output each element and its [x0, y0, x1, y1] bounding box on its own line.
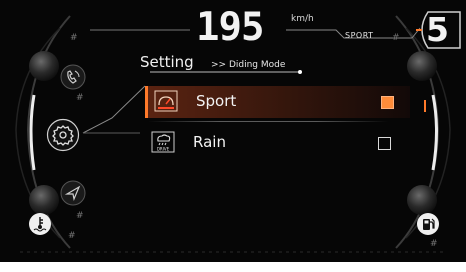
svg-text:#: #	[76, 93, 84, 103]
svg-text:#: #	[430, 239, 438, 249]
fuel-pump-icon	[416, 212, 440, 236]
checkbox-checked[interactable]	[381, 96, 394, 109]
menu-item-label: Rain	[193, 133, 226, 151]
menu-item-sport[interactable]: Sport	[145, 86, 410, 118]
menu-item-rain[interactable]: DRIVE Rain	[145, 127, 407, 159]
checkbox-unchecked[interactable]	[378, 137, 391, 150]
screen: # # # # # # 195 km/h SPORT 5 Setting >> …	[0, 0, 466, 272]
menu-item-label: Sport	[196, 92, 237, 110]
speed-value: 195	[196, 5, 264, 50]
svg-text:#: #	[68, 231, 76, 241]
phone-icon[interactable]	[60, 64, 86, 90]
rain-drive-icon: DRIVE	[151, 131, 175, 153]
svg-text:#: #	[392, 33, 400, 43]
breadcrumb: >> Diding Mode	[211, 60, 286, 70]
svg-text:#: #	[76, 211, 84, 221]
dashboard-panel: # # # # # # 195 km/h SPORT 5 Setting >> …	[0, 0, 466, 262]
ride-mode-indicator: SPORT	[345, 31, 374, 40]
navigation-arrow-icon[interactable]	[60, 180, 86, 206]
coolant-temperature-icon	[28, 212, 52, 236]
svg-text:#: #	[70, 33, 78, 43]
sport-mode-icon	[154, 90, 178, 112]
speed-unit: km/h	[291, 14, 314, 24]
menu-title: Setting	[140, 53, 194, 71]
rain-icon-text: DRIVE	[157, 147, 170, 152]
gear-indicator: 5	[426, 10, 449, 49]
row-divider	[148, 121, 388, 122]
settings-gear-icon[interactable]	[46, 118, 80, 152]
